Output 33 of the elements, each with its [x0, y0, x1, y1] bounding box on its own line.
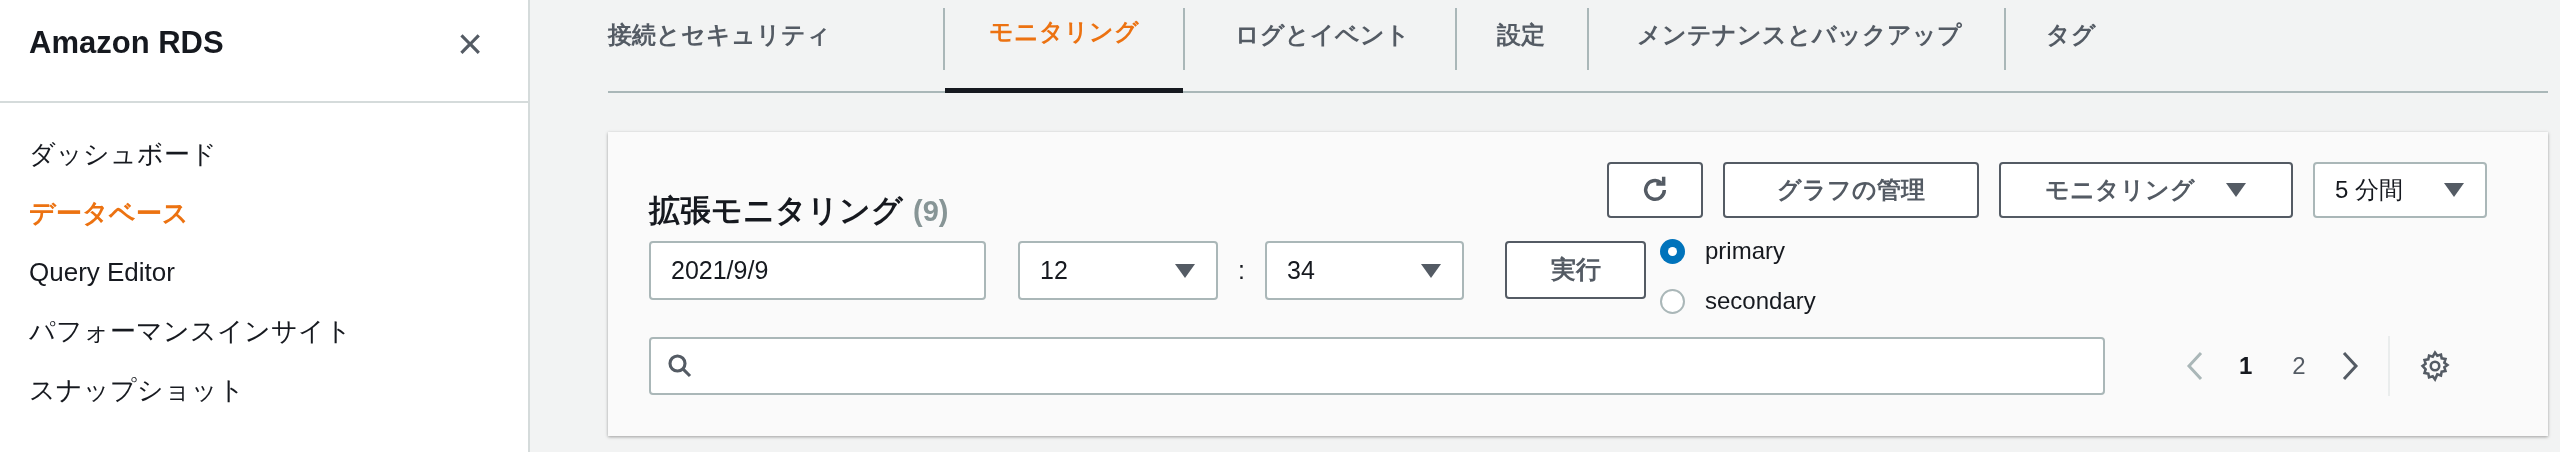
tab[interactable]: 設定: [1457, 0, 1587, 93]
tab[interactable]: ログとイベント: [1185, 0, 1455, 93]
caret-icon: [1174, 262, 1196, 279]
sidebar-title: Amazon RDS: [29, 24, 224, 63]
radio-label[interactable]: primary: [1705, 233, 1785, 269]
hour-select[interactable]: 12: [1018, 241, 1218, 300]
run-button[interactable]: 実行: [1505, 241, 1646, 299]
date-input[interactable]: 2021/9/9: [649, 241, 986, 300]
manage-graphs-button[interactable]: グラフの管理: [1723, 162, 1979, 218]
radio-label[interactable]: secondary: [1705, 283, 1816, 319]
radio-button[interactable]: [1660, 288, 1685, 314]
minute-select[interactable]: 34: [1265, 241, 1464, 300]
time-separator: :: [1237, 255, 1246, 286]
item-count: (9): [913, 194, 949, 229]
page-button[interactable]: 2: [2286, 348, 2312, 384]
refresh-button[interactable]: [1607, 162, 1703, 218]
caret-icon: [2225, 182, 2247, 198]
page-button[interactable]: 1: [2233, 348, 2259, 384]
tab[interactable]: メンテナンスとバックアップ: [1589, 0, 2004, 93]
sidebar-item[interactable]: スナップショット: [29, 361, 528, 420]
caret-icon: [1420, 262, 1442, 279]
tab[interactable]: 接続とセキュリティ: [608, 0, 943, 93]
panel-title: 拡張モニタリング: [649, 192, 903, 230]
sidebar-item[interactable]: パフォーマンスインサイト: [29, 302, 528, 361]
sidebar-item[interactable]: ダッシュボード: [29, 125, 528, 184]
search-field[interactable]: [649, 337, 2105, 395]
caret-icon: [2443, 182, 2465, 198]
tab[interactable]: タグ: [2006, 0, 2136, 93]
close-button[interactable]: ×: [457, 21, 483, 66]
interval-select[interactable]: 5 分間: [2313, 162, 2487, 218]
sidebar-item[interactable]: Query Editor: [29, 243, 528, 302]
monitoring-dropdown[interactable]: モニタリング: [1999, 162, 2293, 218]
radio-button[interactable]: [1660, 238, 1685, 264]
